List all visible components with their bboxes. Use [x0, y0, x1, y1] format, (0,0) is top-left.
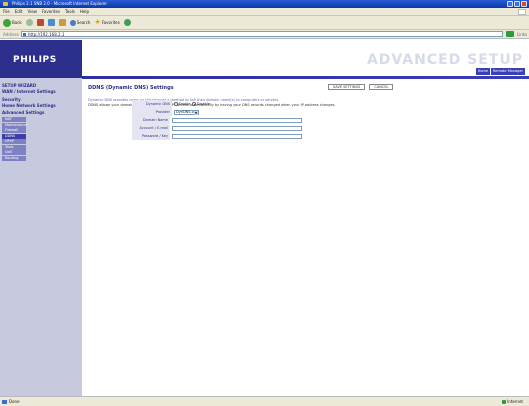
search-button[interactable]: Search — [69, 19, 91, 26]
sidebar-sub-ddns[interactable]: DDNS — [2, 133, 26, 139]
maximize-button[interactable] — [514, 1, 520, 7]
favorites-button[interactable]: ★ Favorites — [94, 19, 119, 26]
sidebar: SETUP WIZARD WAN / Internet Settings Sec… — [0, 78, 82, 396]
page-icon — [22, 33, 26, 36]
sidebar-item-advanced[interactable]: Advanced Settings — [0, 109, 82, 116]
page-done-icon — [2, 400, 7, 404]
minimize-button[interactable] — [507, 1, 513, 7]
forward-button[interactable] — [25, 19, 33, 26]
zone-label: Internet — [507, 399, 523, 404]
favorites-label: Favorites — [101, 20, 120, 25]
logo-block: PHILIPS — [0, 40, 82, 78]
enable-radio[interactable] — [174, 102, 178, 106]
sidebar-sub-maintenance[interactable]: Maintenance — [2, 122, 28, 128]
account-label: Account / E-mail — [132, 124, 170, 132]
menu-tools[interactable]: Tools — [65, 8, 75, 15]
password-label: Password / Key — [132, 132, 170, 140]
refresh-button[interactable] — [47, 19, 55, 26]
domain-name-label: Domain Name — [132, 116, 170, 124]
close-button[interactable] — [521, 1, 527, 7]
media-button[interactable] — [123, 19, 131, 26]
menu-edit[interactable]: Edit — [15, 8, 23, 15]
form-row-dynamic-dns: Dynamic DNS Enable Disable — [132, 100, 302, 108]
ddns-form: Dynamic DNS Enable Disable Provider DynD… — [132, 100, 302, 140]
cancel-button[interactable]: CANCEL — [369, 84, 394, 90]
remote-manager-link[interactable]: Remote Manager — [491, 68, 525, 75]
back-arrow-icon — [3, 18, 11, 27]
provider-label: Provider — [132, 108, 172, 116]
form-row-password: Password / Key — [132, 132, 302, 140]
sidebar-item-setup-wizard[interactable]: SETUP WIZARD — [0, 82, 82, 89]
advanced-submenu: NAT Maintenance Firewall DDNS UPnP Tools… — [2, 117, 28, 161]
address-value: http://192.168.2.1 — [27, 32, 65, 37]
sidebar-sub-qos[interactable]: QoS — [2, 150, 26, 155]
header-buttons: Home Remote Manager — [475, 68, 525, 75]
favorites-star-icon: ★ — [94, 18, 101, 26]
status-bar: Done Internet — [0, 396, 529, 406]
ie-icon — [3, 2, 8, 6]
account-input[interactable] — [172, 125, 302, 131]
links-button[interactable]: Links — [517, 32, 527, 37]
home-button[interactable] — [58, 19, 66, 26]
menu-file[interactable]: File — [3, 8, 10, 15]
address-input[interactable]: http://192.168.2.1 — [20, 31, 503, 37]
window-title: Philips 2.1 SNB 2.0 - Microsoft Internet… — [12, 1, 107, 6]
menu-view[interactable]: View — [27, 8, 37, 15]
disable-radio[interactable] — [192, 102, 196, 106]
philips-logo: PHILIPS — [13, 55, 57, 65]
page-title: DDNS (Dynamic DNS) Settings — [88, 85, 174, 91]
address-bar: Address http://192.168.2.1 Links — [0, 30, 529, 39]
menu-help[interactable]: Help — [80, 8, 89, 15]
password-input[interactable] — [172, 133, 302, 139]
disable-label: Disable — [196, 102, 210, 106]
status-text: Done — [9, 399, 20, 404]
back-label: Back — [12, 20, 22, 25]
back-button[interactable]: Back — [3, 18, 22, 27]
form-row-provider: Provider DynDNS.org ▼ — [132, 108, 302, 116]
security-zone: Internet — [502, 397, 523, 406]
sidebar-sub-tools[interactable]: Tools — [2, 144, 26, 150]
brand-header: PHILIPS ADVANCED SETUP Home Remote Manag… — [0, 40, 529, 79]
stop-button[interactable] — [36, 19, 44, 26]
window-title-bar: Philips 2.1 SNB 2.0 - Microsoft Internet… — [0, 0, 529, 8]
sidebar-sub-firewall[interactable]: Firewall — [2, 128, 26, 133]
router-page: PHILIPS ADVANCED SETUP Home Remote Manag… — [0, 40, 529, 396]
menu-favorites[interactable]: Favorites — [42, 8, 60, 15]
header-stripe — [82, 76, 529, 79]
browser-toolbar: Back Search ★ Favorites — [0, 16, 529, 30]
save-settings-button[interactable]: SAVE SETTINGS — [328, 84, 366, 90]
windows-logo-icon — [518, 9, 526, 15]
enable-label: Enable — [178, 102, 191, 106]
provider-select[interactable]: DynDNS.org ▼ — [174, 109, 199, 115]
advanced-setup-title: ADVANCED SETUP — [366, 52, 523, 68]
dynamic-dns-label: Dynamic DNS — [132, 100, 172, 108]
chevron-down-icon: ▼ — [194, 110, 198, 115]
address-label: Address — [3, 31, 19, 37]
sidebar-item-security[interactable]: Security — [0, 96, 82, 103]
home-link[interactable]: Home — [475, 68, 491, 75]
internet-zone-icon — [502, 400, 507, 404]
menu-bar: File Edit View Favorites Tools Help — [0, 8, 529, 16]
search-label: Search — [76, 20, 91, 25]
form-row-domain: Domain Name — [132, 116, 302, 124]
form-row-account: Account / E-mail — [132, 124, 302, 132]
domain-name-input[interactable] — [172, 117, 302, 123]
search-icon — [69, 19, 76, 26]
go-button[interactable] — [505, 31, 514, 37]
sidebar-sub-routing[interactable]: Routing — [2, 155, 26, 161]
window-controls — [507, 1, 527, 7]
sidebar-sub-nat[interactable]: NAT — [2, 117, 26, 122]
sidebar-sub-upnp[interactable]: UPnP — [2, 139, 26, 144]
action-buttons: SAVE SETTINGS CANCEL — [328, 84, 394, 90]
